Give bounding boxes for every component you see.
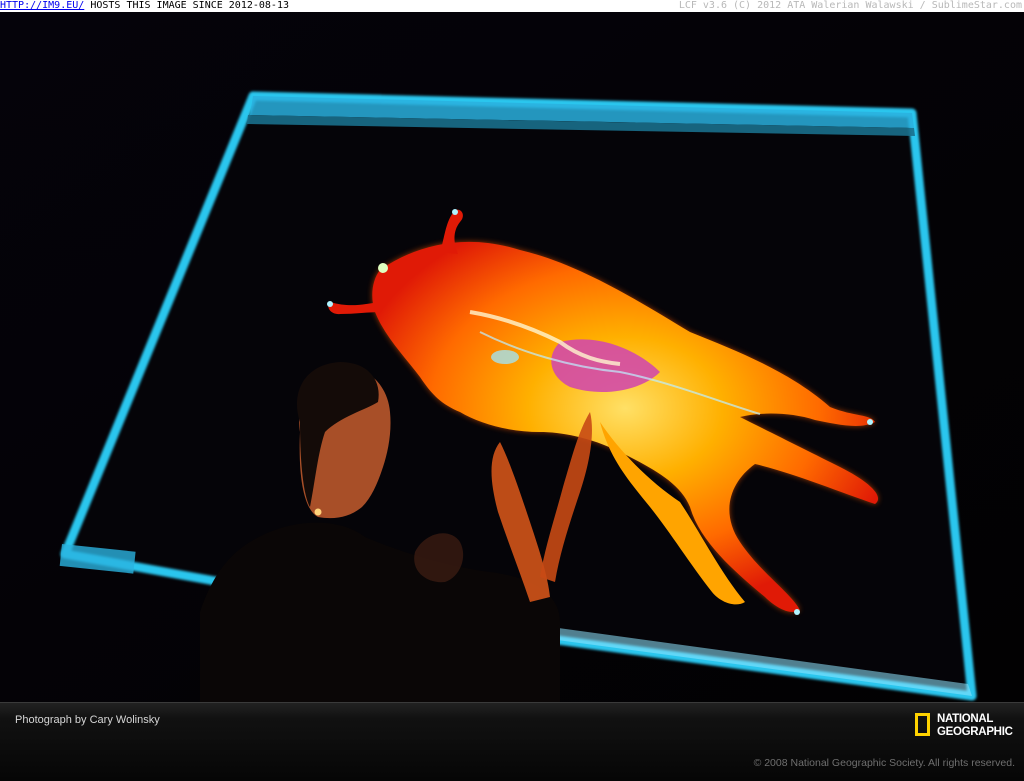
- banner-right-text: LCF v3.6 (C) 2012 ATA Walerian Walawski …: [678, 0, 1022, 11]
- photograph: [0, 12, 1024, 702]
- photo-illustration: [0, 12, 1024, 702]
- yellow-border-logo-icon: [915, 713, 930, 736]
- photo-credit: Photograph by Cary Wolinsky: [15, 714, 160, 726]
- host-link[interactable]: HTTP://IM9.EU/: [0, 0, 84, 11]
- caption-footer: Photograph by Cary Wolinsky NATIONAL GEO…: [0, 702, 1024, 781]
- logo-line-2: GEOGRAPHIC: [937, 726, 1013, 738]
- earring: [314, 508, 322, 516]
- logo-line-1: NATIONAL: [937, 713, 994, 725]
- banner-left: HTTP://IM9.EU/ HOSTS THIS IMAGE SINCE 20…: [0, 0, 289, 12]
- host-text: HOSTS THIS IMAGE SINCE 2012-08-13: [84, 0, 289, 11]
- copyright-notice: © 2008 National Geographic Society. All …: [753, 757, 1015, 769]
- image-host-banner: HTTP://IM9.EU/ HOSTS THIS IMAGE SINCE 20…: [0, 0, 1024, 12]
- publisher-logo-text: NATIONAL GEOGRAPHIC: [937, 713, 1013, 739]
